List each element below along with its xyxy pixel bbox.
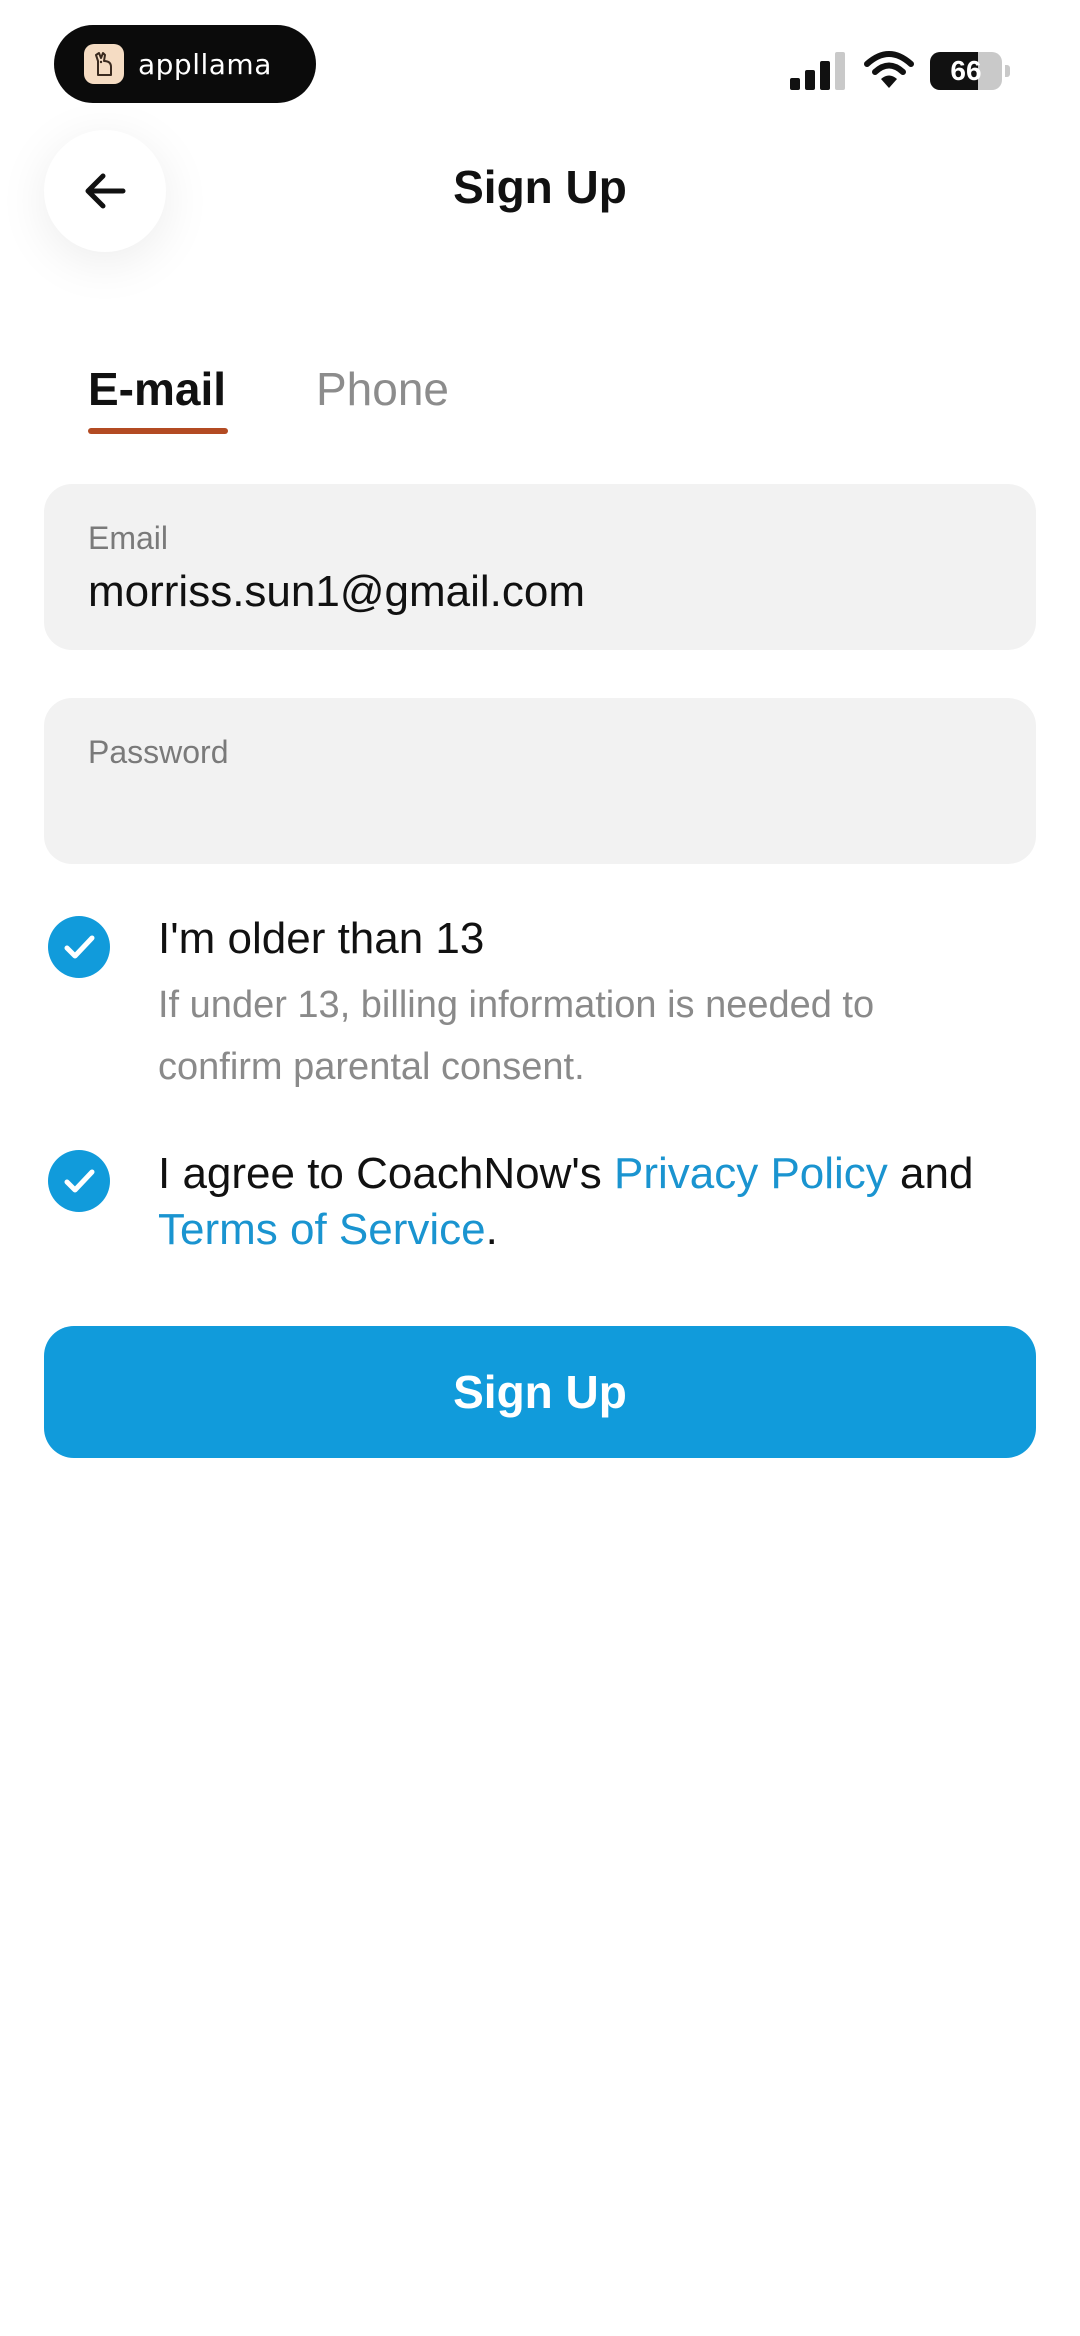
llama-logo-icon	[84, 44, 124, 84]
wifi-icon	[864, 51, 914, 88]
app-name: appllama	[138, 47, 272, 81]
app-badge: appllama	[54, 25, 316, 103]
tab-phone[interactable]: Phone	[316, 362, 449, 416]
age-check-title: I'm older than 13	[158, 914, 485, 963]
terms-checkbox[interactable]	[48, 1150, 110, 1212]
status-bar: appllama 66	[0, 0, 1080, 120]
email-field[interactable]: Email	[44, 484, 1036, 650]
password-label: Password	[88, 734, 229, 770]
tab-email[interactable]: E-mail	[88, 362, 226, 416]
terms-of-service-link[interactable]: Terms of Service	[158, 1205, 486, 1254]
age-checkbox[interactable]	[48, 916, 110, 978]
battery-level: 66	[950, 55, 982, 86]
password-field[interactable]: Password	[44, 698, 1036, 864]
password-input[interactable]	[88, 776, 988, 836]
email-label: Email	[88, 520, 169, 556]
sign-up-button[interactable]: Sign Up	[44, 1326, 1036, 1458]
checkmark-icon	[64, 1169, 95, 1193]
checkmark-icon	[64, 935, 95, 959]
page-title: Sign Up	[453, 161, 627, 213]
privacy-policy-link[interactable]: Privacy Policy	[614, 1149, 888, 1198]
battery-icon: 66	[930, 52, 1010, 90]
age-check-subtitle: If under 13, billing information is need…	[158, 984, 875, 1088]
terms-agreement-text: I agree to CoachNow's Privacy Policy and…	[158, 1146, 1058, 1258]
tab-selected-indicator	[88, 428, 228, 434]
terms-suffix: .	[485, 1205, 498, 1254]
terms-prefix: I agree to CoachNow's	[158, 1149, 614, 1198]
email-input[interactable]	[88, 562, 988, 622]
terms-middle: and	[887, 1149, 974, 1198]
signal-icon	[790, 52, 845, 90]
